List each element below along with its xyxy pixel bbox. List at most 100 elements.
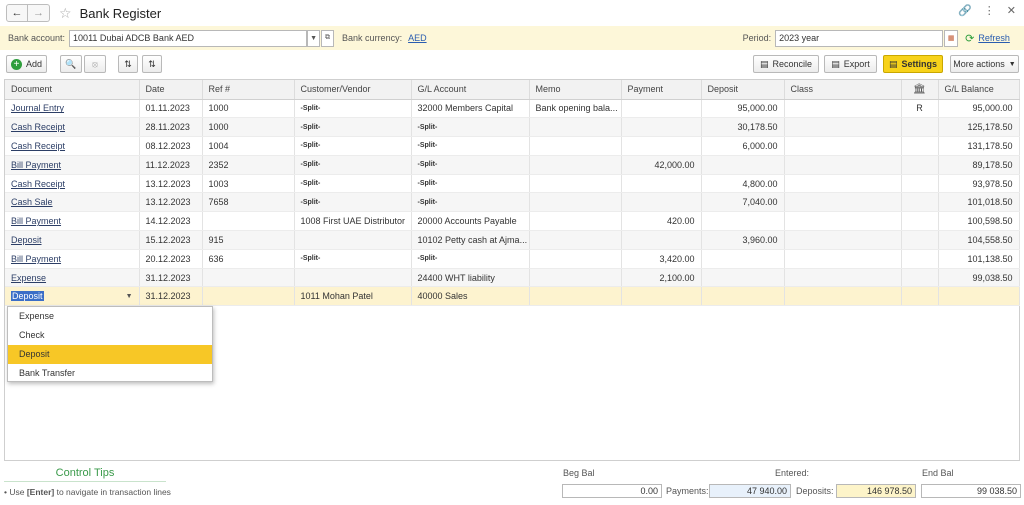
header-memo[interactable]: Memo <box>529 80 622 100</box>
period-calendar-button[interactable]: ▦ <box>944 29 959 47</box>
dropdown-option[interactable]: Expense <box>8 307 212 326</box>
header-payment[interactable]: Payment <box>621 80 702 100</box>
header-document[interactable]: Document <box>5 80 140 100</box>
document-link[interactable]: Bill Payment <box>11 160 61 170</box>
cancel-search-button[interactable]: ⦻ <box>84 55 106 73</box>
period-label: Period: <box>742 33 772 43</box>
header-class[interactable]: Class <box>784 80 902 100</box>
control-tip: • Use [Enter] to navigate in transaction… <box>4 487 171 497</box>
document-link[interactable]: Cash Receipt <box>11 179 65 189</box>
table-row[interactable]: Bill Payment 11.12.2023 2352 -Split- -Split-… <box>5 155 1020 175</box>
cell-class <box>784 99 902 119</box>
document-link[interactable]: Cash Sale <box>11 197 53 207</box>
cell-customer <box>294 230 412 250</box>
edit-memo-cell[interactable] <box>529 286 622 307</box>
export-button[interactable]: ▤ Export <box>824 55 877 73</box>
document-link[interactable]: Journal Entry <box>11 103 64 113</box>
star-icon[interactable]: ☆ <box>59 5 72 22</box>
dropdown-option[interactable]: Bank Transfer <box>8 364 212 383</box>
cell-deposit: 4,800.00 <box>701 174 785 194</box>
cell-payment <box>621 136 702 156</box>
document-link[interactable]: Deposit <box>11 235 42 245</box>
more-actions-button[interactable]: More actions ▼ <box>950 55 1019 73</box>
header-deposit[interactable]: Deposit <box>701 80 785 100</box>
table-row[interactable]: Deposit 15.12.2023 915 10102 Petty cash at … <box>5 230 1020 250</box>
cell-memo: Bank opening bala... <box>529 99 622 119</box>
header-ref[interactable]: Ref # <box>202 80 295 100</box>
edit-ref-cell[interactable] <box>202 286 295 307</box>
forward-button[interactable]: → <box>28 4 50 22</box>
cell-reconciled <box>901 230 939 250</box>
document-link[interactable]: Cash Receipt <box>11 122 65 132</box>
cell-document[interactable]: Expense <box>5 268 140 288</box>
dropdown-option[interactable]: Deposit <box>8 345 212 364</box>
header-gl-account[interactable]: G/L Account <box>411 80 530 100</box>
cell-gl-balance: 131,178.50 <box>938 136 1020 156</box>
cell-memo <box>529 192 622 213</box>
link-icon[interactable]: 🔗 <box>958 4 972 17</box>
header-gl-balance[interactable]: G/L Balance <box>938 80 1020 100</box>
chevron-down-icon[interactable]: ▼ <box>126 293 133 300</box>
edit-row[interactable]: Deposit ▼ 31.12.2023 1011 Mohan Patel 400… <box>5 286 1020 307</box>
bank-account-dropdown-button[interactable]: ▼ <box>307 29 321 47</box>
bank-account-field[interactable]: 10011 Dubai ADCB Bank AED <box>69 29 308 47</box>
cell-date: 11.12.2023 <box>139 155 203 175</box>
header-date[interactable]: Date <box>139 80 203 100</box>
close-icon[interactable]: ✕ <box>1007 4 1016 17</box>
reconcile-button[interactable]: ▤ Reconcile <box>753 55 819 73</box>
edit-gl-balance-cell <box>938 286 1020 307</box>
cell-gl-account: 10102 Petty cash at Ajma... <box>411 230 530 250</box>
find-button[interactable]: 🔍 <box>60 55 82 73</box>
refresh-icon[interactable]: ⟳ <box>965 32 974 45</box>
table-row[interactable]: Bill Payment 14.12.2023 1008 First UAE Dis… <box>5 211 1020 232</box>
table-row[interactable]: Expense 31.12.2023 24400 WHT liability 2,10… <box>5 268 1020 288</box>
edit-deposit-cell[interactable] <box>701 286 785 307</box>
document-link[interactable]: Bill Payment <box>11 216 61 226</box>
bank-account-open-button[interactable]: ⧉ <box>321 29 335 47</box>
edit-class-cell[interactable] <box>784 286 902 307</box>
cell-document[interactable]: Journal Entry <box>5 99 140 119</box>
edit-gl-account-cell[interactable]: 40000 Sales <box>411 286 530 307</box>
document-link[interactable]: Bill Payment <box>11 254 61 264</box>
document-link[interactable]: Cash Receipt <box>11 141 65 151</box>
cell-document[interactable]: Cash Receipt <box>5 136 140 156</box>
edit-document-cell[interactable]: Deposit ▼ <box>5 286 140 307</box>
cell-document[interactable]: Deposit <box>5 230 140 250</box>
document-link[interactable]: Expense <box>11 273 46 283</box>
period-value: 2023 year <box>779 33 820 43</box>
cell-reconciled <box>901 268 939 288</box>
cell-memo <box>529 174 622 194</box>
table-row[interactable]: Cash Receipt 28.11.2023 1000 -Split- -Split-… <box>5 117 1020 138</box>
edit-date-cell[interactable]: 31.12.2023 <box>139 286 203 307</box>
bank-currency-link[interactable]: AED <box>408 33 427 43</box>
cell-document[interactable]: Cash Receipt <box>5 174 140 194</box>
table-row[interactable]: Cash Receipt 08.12.2023 1004 -Split- -Split-… <box>5 136 1020 156</box>
table-row[interactable]: Cash Receipt 13.12.2023 1003 -Split- -Split-… <box>5 174 1020 194</box>
cell-gl-balance: 93,978.50 <box>938 174 1020 194</box>
table-row[interactable]: Journal Entry 01.11.2023 1000 -Split- 32000 … <box>5 99 1020 119</box>
more-vertical-icon[interactable]: ⋮ <box>984 4 995 17</box>
cell-document[interactable]: Cash Sale <box>5 192 140 213</box>
add-button[interactable]: + Add <box>6 55 47 73</box>
cell-document[interactable]: Bill Payment <box>5 249 140 269</box>
edit-reconciled-cell[interactable] <box>901 286 939 307</box>
period-field[interactable]: 2023 year <box>775 29 944 47</box>
sort-ascending-button[interactable]: ⇅ <box>118 55 138 73</box>
settings-button[interactable]: ▤ Settings <box>883 55 943 73</box>
refresh-link[interactable]: Refresh <box>978 33 1010 43</box>
cell-document[interactable]: Cash Receipt <box>5 117 140 138</box>
cell-document[interactable]: Bill Payment <box>5 211 140 232</box>
cell-deposit: 30,178.50 <box>701 117 785 138</box>
table-row[interactable]: Cash Sale 13.12.2023 7658 -Split- -Split- 7,0… <box>5 192 1020 213</box>
cell-reconciled <box>901 192 939 213</box>
add-button-label: Add <box>25 59 42 69</box>
cell-document[interactable]: Bill Payment <box>5 155 140 175</box>
edit-customer-cell[interactable]: 1011 Mohan Patel <box>294 286 412 307</box>
edit-payment-cell[interactable] <box>621 286 702 307</box>
back-button[interactable]: ← <box>6 4 28 22</box>
dropdown-option[interactable]: Check <box>8 326 212 345</box>
header-reconciled[interactable]: 🏛 <box>901 80 939 100</box>
table-row[interactable]: Bill Payment 20.12.2023 636 -Split- -Split- 3… <box>5 249 1020 269</box>
sort-descending-button[interactable]: ⇅ <box>142 55 162 73</box>
header-customer[interactable]: Customer/Vendor <box>294 80 412 100</box>
